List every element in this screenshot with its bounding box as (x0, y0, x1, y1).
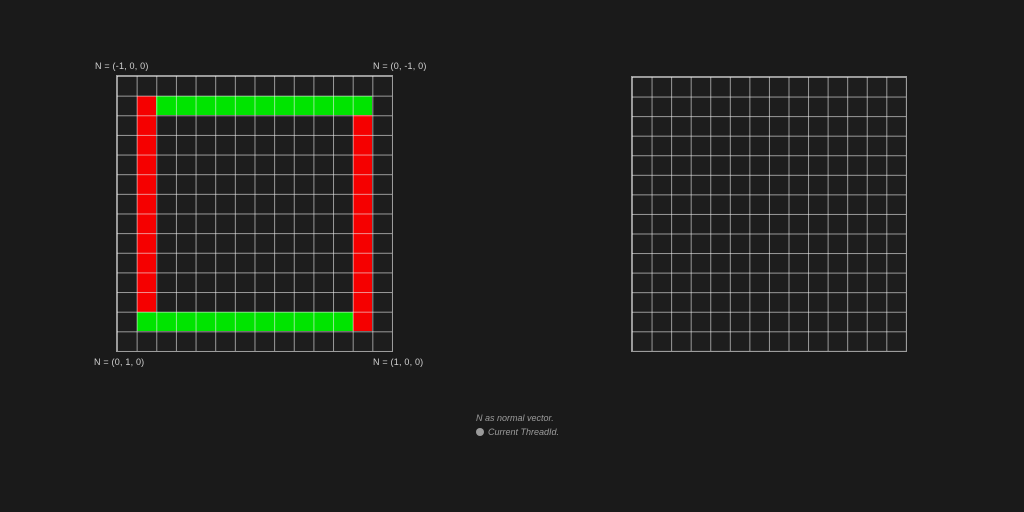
normal-label-top-right: N = (0, -1, 0) (373, 61, 427, 71)
normal-label-bottom-right: N = (1, 0, 0) (373, 357, 424, 367)
legend-threadid-text: Current ThreadId. (488, 427, 560, 437)
legend-caption: N as normal vector. Current ThreadId. (476, 411, 559, 439)
grid-lines-layer (632, 77, 906, 351)
normal-label-bottom-left: N = (0, 1, 0) (94, 357, 145, 367)
grid-lines-layer (117, 76, 392, 351)
visualization-canvas: N = (-1, 0, 0) N = (0, -1, 0) N = (0, 1,… (0, 0, 1024, 512)
legend-threadid-row: Current ThreadId. (476, 425, 559, 439)
empty-grid (631, 76, 907, 352)
thread-bullet-icon (476, 428, 484, 436)
normals-grid (116, 75, 393, 352)
normal-label-top-left: N = (-1, 0, 0) (95, 61, 149, 71)
legend-normal-vector-text: N as normal vector. (476, 413, 554, 423)
